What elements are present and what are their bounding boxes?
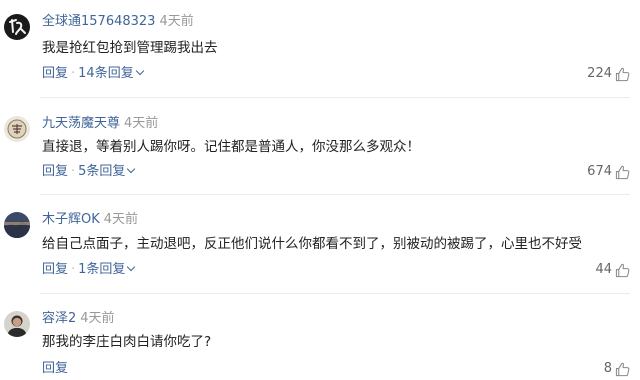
comment-item: 木子辉OK 4天前 给自己点面子，主动退吧，反正他们说什么你都看不到了，别被动的被…	[0, 210, 640, 290]
reply-button[interactable]: 回复	[42, 361, 68, 376]
replies-count: 14条回复	[78, 66, 134, 81]
divider	[40, 97, 630, 98]
comment-time: 4天前	[124, 116, 159, 131]
like-button[interactable]: 44	[595, 262, 630, 278]
comment-time: 4天前	[159, 14, 194, 29]
comment-text: 我是抢红包抢到管理踢我出去	[42, 40, 218, 56]
comment-header: 九天荡魔天尊 4天前	[42, 116, 158, 132]
seal-avatar[interactable]	[4, 116, 30, 142]
comment-text: 直接退，等着别人踢你呀。记住都是普通人，你没那么多观众！	[42, 139, 420, 155]
username-link[interactable]: 木子辉OK	[42, 212, 100, 227]
replies-count: 5条回复	[78, 164, 126, 179]
replies-count: 1条回复	[78, 262, 126, 277]
chevron-down-icon	[127, 262, 136, 272]
view-replies-button[interactable]: 1条回复	[78, 262, 136, 277]
thumbs-up-icon	[615, 263, 630, 277]
action-separator: ·	[71, 66, 76, 81]
like-count: 674	[587, 164, 612, 179]
username-link[interactable]: 九天荡魔天尊	[42, 116, 120, 131]
username-link[interactable]: 全球通157648323	[42, 14, 155, 29]
comment-actions: 回复 · 14条回复	[42, 66, 144, 82]
reply-button[interactable]: 回复	[42, 164, 68, 179]
like-button[interactable]: 224	[587, 66, 630, 82]
reply-button[interactable]: 回复	[42, 262, 68, 277]
action-separator: ·	[71, 164, 76, 179]
divider	[40, 194, 630, 195]
comment-text: 那我的李庄白肉白请你吃了?	[42, 334, 212, 350]
chevron-down-icon	[127, 164, 136, 174]
comment-header: 木子辉OK 4天前	[42, 212, 138, 228]
like-count: 44	[595, 262, 612, 277]
comment-item: 九天荡魔天尊 4天前 直接退，等着别人踢你呀。记住都是普通人，你没那么多观众！ 回…	[0, 114, 640, 194]
username-link[interactable]: 容泽2	[42, 311, 76, 326]
comment-text: 给自己点面子，主动退吧，反正他们说什么你都看不到了，别被动的被踢了，心里也不好受	[42, 236, 582, 252]
landscape-avatar[interactable]	[4, 212, 30, 238]
chevron-down-icon	[135, 66, 144, 76]
comment-header: 容泽2 4天前	[42, 311, 115, 327]
comment-actions: 回复 · 5条回复	[42, 164, 136, 180]
like-count: 8	[603, 361, 612, 376]
action-separator: ·	[71, 262, 76, 277]
comment-header: 全球通157648323 4天前	[42, 14, 194, 30]
like-button[interactable]: 674	[587, 164, 630, 180]
thumbs-up-icon	[615, 165, 630, 179]
comment-item: 容泽2 4天前 那我的李庄白肉白请你吃了? 回复 8	[0, 309, 640, 380]
reply-button[interactable]: 回复	[42, 66, 68, 81]
thumbs-up-icon	[615, 362, 630, 376]
comment-item: 全球通157648323 4天前 我是抢红包抢到管理踢我出去 回复 · 14条回复 2…	[0, 12, 640, 92]
like-button[interactable]: 8	[604, 361, 630, 377]
comment-time: 4天前	[80, 311, 115, 326]
like-count: 224	[587, 66, 612, 81]
comment-time: 4天前	[103, 212, 139, 227]
comment-actions: 回复	[42, 361, 68, 377]
view-replies-button[interactable]: 5条回复	[78, 164, 136, 179]
divider	[40, 293, 630, 294]
calligraphy-avatar[interactable]	[4, 14, 30, 40]
thumbs-up-icon	[615, 67, 630, 81]
comment-actions: 回复 · 1条回复	[42, 262, 136, 278]
view-replies-button[interactable]: 14条回复	[78, 66, 144, 81]
person-avatar[interactable]	[4, 311, 30, 337]
